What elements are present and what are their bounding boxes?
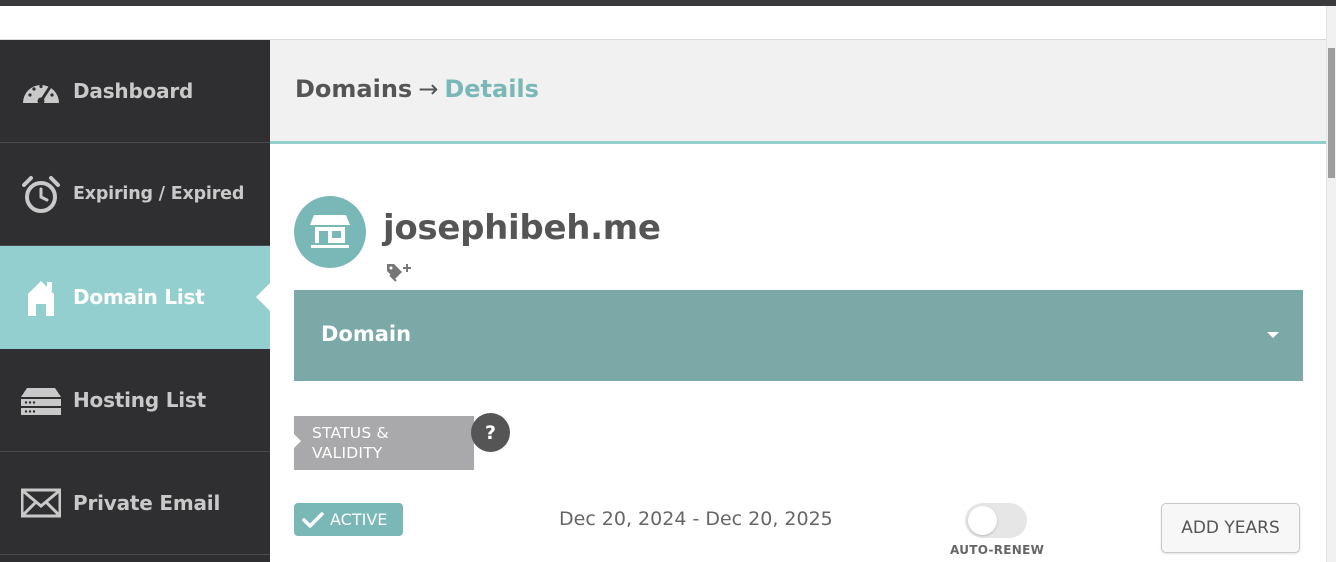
sidebar-item-expiring[interactable]: Expiring / Expired bbox=[0, 143, 270, 246]
status-validity-label: STATUS & VALIDITY bbox=[294, 416, 474, 470]
domain-name: josephibeh.me bbox=[383, 208, 661, 248]
speedometer-icon bbox=[20, 70, 62, 112]
status-label-line1: STATUS & bbox=[312, 424, 389, 442]
sidebar-item-label: Domain List bbox=[73, 285, 205, 309]
storefront-icon bbox=[294, 196, 366, 268]
add-years-button[interactable]: ADD YEARS bbox=[1161, 503, 1300, 553]
sidebar-item-hosting-list[interactable]: Hosting List bbox=[0, 349, 270, 452]
toggle-knob bbox=[968, 506, 997, 535]
sidebar: Dashboard Expiring / Expired Domain List bbox=[0, 40, 270, 562]
envelope-icon bbox=[20, 482, 62, 524]
page-scrollbar[interactable] bbox=[1326, 6, 1336, 562]
server-icon bbox=[20, 379, 62, 421]
status-label-line2: VALIDITY bbox=[312, 444, 383, 462]
sidebar-item-private-email[interactable]: Private Email bbox=[0, 452, 270, 555]
panel-title: Domain bbox=[321, 322, 412, 346]
domain-panel-toggle[interactable]: Domain bbox=[294, 290, 1303, 381]
status-badge-label: ACTIVE bbox=[330, 510, 388, 529]
breadcrumb-current: Details bbox=[444, 75, 539, 103]
scrollbar-thumb[interactable] bbox=[1328, 48, 1335, 178]
sidebar-item-dashboard[interactable]: Dashboard bbox=[0, 40, 270, 143]
timer-icon bbox=[20, 173, 62, 215]
page-header: Domains → Details bbox=[270, 40, 1326, 144]
add-tag-icon[interactable] bbox=[386, 261, 414, 283]
auto-renew-label: AUTO-RENEW bbox=[950, 543, 1045, 557]
caret-down-icon bbox=[1267, 332, 1279, 338]
help-button[interactable]: ? bbox=[471, 413, 510, 452]
breadcrumb: Domains → Details bbox=[295, 75, 539, 103]
sidebar-item-label: Hosting List bbox=[73, 388, 206, 412]
sidebar-item-label: Private Email bbox=[73, 491, 221, 515]
top-strip bbox=[0, 6, 1326, 40]
checkmark-icon bbox=[302, 511, 324, 529]
breadcrumb-parent[interactable]: Domains bbox=[295, 75, 412, 103]
status-badge: ACTIVE bbox=[294, 503, 403, 536]
house-icon bbox=[20, 276, 62, 318]
sidebar-item-label: Dashboard bbox=[73, 79, 194, 103]
auto-renew-toggle[interactable] bbox=[965, 503, 1027, 538]
breadcrumb-separator: → bbox=[418, 75, 439, 103]
validity-date-range: Dec 20, 2024 - Dec 20, 2025 bbox=[559, 508, 833, 530]
sidebar-item-domain-list[interactable]: Domain List bbox=[0, 246, 270, 349]
sidebar-item-label: Expiring / Expired bbox=[73, 184, 245, 204]
